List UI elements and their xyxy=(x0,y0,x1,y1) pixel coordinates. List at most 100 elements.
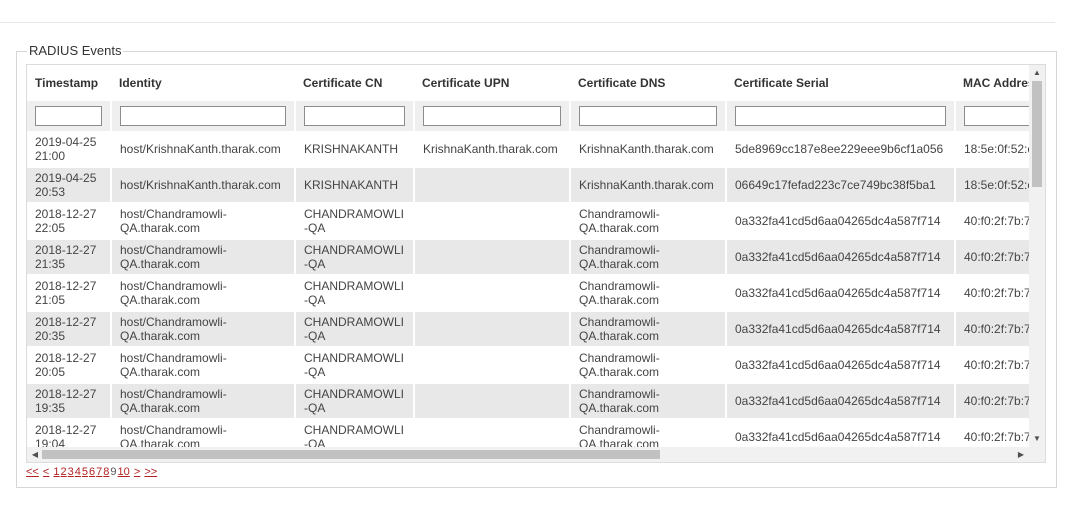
cell-certificate-dns: Chandramowli-QA.tharak.com xyxy=(570,419,727,449)
cell-mac-address: 40:f0:2f:7b:7 xyxy=(955,383,1031,420)
table-row[interactable]: 2018-12-27 20:35 host/Chandramowli-QA.tha… xyxy=(27,311,1031,348)
cell-identity: host/KrishnaKanth.tharak.com xyxy=(111,131,296,168)
cell-certificate-serial: 0a332fa41cd5d6aa04265dc4a587f714 xyxy=(726,419,956,449)
cell-identity: host/Chandramowli-QA.tharak.com xyxy=(111,275,296,312)
cell-certificate-upn: KrishnaKanth.tharak.com xyxy=(414,131,571,168)
column-header-mac-address[interactable]: MAC Address xyxy=(955,65,1031,101)
pager-pages: 12345678910 xyxy=(53,466,130,478)
cell-identity: host/Chandramowli-QA.tharak.com xyxy=(111,419,296,449)
table-row[interactable]: 2018-12-27 21:35 host/Chandramowli-QA.tha… xyxy=(27,239,1031,276)
cell-certificate-cn: KRISHNAKANTH xyxy=(295,131,415,168)
pager-page-7[interactable]: 7 xyxy=(96,466,102,478)
pagination: << < 12345678910 > >> xyxy=(26,465,158,479)
cell-certificate-serial: 0a332fa41cd5d6aa04265dc4a587f714 xyxy=(726,203,956,240)
cell-certificate-upn xyxy=(414,167,571,204)
column-header-timestamp[interactable]: Timestamp xyxy=(27,65,111,101)
cell-certificate-dns: KrishnaKanth.tharak.com xyxy=(570,167,727,204)
column-header-certificate-serial[interactable]: Certificate Serial xyxy=(726,65,955,101)
cell-mac-address: 40:f0:2f:7b:7 xyxy=(955,275,1031,312)
cell-timestamp: 2018-12-27 20:05 xyxy=(27,347,112,384)
filter-row xyxy=(27,101,1031,131)
table-row[interactable]: 2019-04-25 21:00 host/KrishnaKanth.tharak… xyxy=(27,131,1031,168)
cell-identity: host/Chandramowli-QA.tharak.com xyxy=(111,239,296,276)
cell-certificate-serial: 0a332fa41cd5d6aa04265dc4a587f714 xyxy=(726,347,956,384)
pager-page-8[interactable]: 8 xyxy=(103,466,109,478)
cell-certificate-dns: Chandramowli-QA.tharak.com xyxy=(570,347,727,384)
cell-mac-address: 40:f0:2f:7b:7 xyxy=(955,203,1031,240)
cell-certificate-upn xyxy=(414,419,571,449)
cell-timestamp: 2019-04-25 21:00 xyxy=(27,131,112,168)
filter-mac-address[interactable] xyxy=(964,106,1031,126)
cell-certificate-cn: CHANDRAMOWLI-QA xyxy=(295,347,415,384)
cell-certificate-cn: CHANDRAMOWLI-QA xyxy=(295,383,415,420)
cell-certificate-dns: Chandramowli-QA.tharak.com xyxy=(570,275,727,312)
filter-certificate-cn[interactable] xyxy=(304,106,405,126)
events-table: Timestamp Identity Certificate CN Certif… xyxy=(27,65,1031,449)
cell-certificate-cn: KRISHNAKANTH xyxy=(295,167,415,204)
pager-page-5[interactable]: 5 xyxy=(82,466,88,478)
cell-mac-address: 18:5e:0f:52:e xyxy=(955,167,1031,204)
pager-page-1[interactable]: 1 xyxy=(53,466,59,478)
pager-page-3[interactable]: 3 xyxy=(68,466,74,478)
cell-mac-address: 40:f0:2f:7b:7 xyxy=(955,419,1031,449)
cell-mac-address: 40:f0:2f:7b:7 xyxy=(955,311,1031,348)
pager-page-9[interactable]: 9 xyxy=(110,466,116,478)
pager-page-2[interactable]: 2 xyxy=(61,466,67,478)
scroll-up-arrow-icon[interactable]: ▲ xyxy=(1029,68,1045,78)
cell-certificate-dns: Chandramowli-QA.tharak.com xyxy=(570,239,727,276)
table-row[interactable]: 2018-12-27 19:35 host/Chandramowli-QA.tha… xyxy=(27,383,1031,420)
cell-certificate-dns: Chandramowli-QA.tharak.com xyxy=(570,311,727,348)
cell-timestamp: 2018-12-27 21:35 xyxy=(27,239,112,276)
cell-certificate-upn xyxy=(414,383,571,420)
vertical-scroll-thumb[interactable] xyxy=(1032,81,1042,187)
cell-certificate-upn xyxy=(414,239,571,276)
scroll-left-arrow-icon[interactable]: ◀ xyxy=(27,450,43,460)
column-header-certificate-upn[interactable]: Certificate UPN xyxy=(414,65,570,101)
pager-prev[interactable]: < xyxy=(43,466,49,478)
column-header-identity[interactable]: Identity xyxy=(111,65,295,101)
cell-timestamp: 2019-04-25 20:53 xyxy=(27,167,112,204)
cell-identity: host/Chandramowli-QA.tharak.com xyxy=(111,203,296,240)
filter-certificate-dns[interactable] xyxy=(579,106,717,126)
table-row[interactable]: 2018-12-27 20:05 host/Chandramowli-QA.tha… xyxy=(27,347,1031,384)
filter-identity[interactable] xyxy=(120,106,286,126)
pager-first[interactable]: << xyxy=(26,466,39,478)
pager-last[interactable]: >> xyxy=(144,466,157,478)
cell-certificate-serial: 0a332fa41cd5d6aa04265dc4a587f714 xyxy=(726,239,956,276)
cell-certificate-upn xyxy=(414,203,571,240)
cell-certificate-upn xyxy=(414,347,571,384)
cell-mac-address: 18:5e:0f:52:e xyxy=(955,131,1031,168)
filter-certificate-serial[interactable] xyxy=(735,106,946,126)
filter-timestamp[interactable] xyxy=(35,106,102,126)
grid-viewport: Timestamp Identity Certificate CN Certif… xyxy=(27,65,1031,449)
cell-certificate-dns: Chandramowli-QA.tharak.com xyxy=(570,203,727,240)
table-row[interactable]: 2018-12-27 22:05 host/Chandramowli-QA.tha… xyxy=(27,203,1031,240)
vertical-scrollbar[interactable]: ▲ ▼ xyxy=(1029,65,1045,449)
horizontal-scrollbar[interactable]: ◀ ▶ xyxy=(27,447,1045,462)
pager-next[interactable]: > xyxy=(134,466,140,478)
filter-certificate-upn[interactable] xyxy=(423,106,561,126)
column-header-certificate-dns[interactable]: Certificate DNS xyxy=(570,65,726,101)
horizontal-scroll-thumb[interactable] xyxy=(42,450,660,459)
cell-timestamp: 2018-12-27 19:04 xyxy=(27,419,112,449)
cell-certificate-dns: Chandramowli-QA.tharak.com xyxy=(570,383,727,420)
cell-identity: host/Chandramowli-QA.tharak.com xyxy=(111,347,296,384)
cell-timestamp: 2018-12-27 22:05 xyxy=(27,203,112,240)
pager-page-6[interactable]: 6 xyxy=(89,466,95,478)
top-divider xyxy=(0,22,1055,23)
cell-timestamp: 2018-12-27 19:35 xyxy=(27,383,112,420)
pager-page-4[interactable]: 4 xyxy=(75,466,81,478)
cell-certificate-serial: 0a332fa41cd5d6aa04265dc4a587f714 xyxy=(726,383,956,420)
panel-title: RADIUS Events xyxy=(27,43,124,59)
cell-mac-address: 40:f0:2f:7b:7 xyxy=(955,347,1031,384)
cell-identity: host/Chandramowli-QA.tharak.com xyxy=(111,311,296,348)
pager-page-10[interactable]: 10 xyxy=(118,466,130,478)
scroll-down-arrow-icon[interactable]: ▼ xyxy=(1029,434,1045,444)
table-row[interactable]: 2018-12-27 19:04 host/Chandramowli-QA.tha… xyxy=(27,419,1031,449)
column-header-certificate-cn[interactable]: Certificate CN xyxy=(295,65,414,101)
cell-certificate-upn xyxy=(414,311,571,348)
scroll-right-arrow-icon[interactable]: ▶ xyxy=(1013,450,1029,460)
cell-mac-address: 40:f0:2f:7b:7 xyxy=(955,239,1031,276)
table-row[interactable]: 2019-04-25 20:53 host/KrishnaKanth.tharak… xyxy=(27,167,1031,204)
table-row[interactable]: 2018-12-27 21:05 host/Chandramowli-QA.tha… xyxy=(27,275,1031,312)
